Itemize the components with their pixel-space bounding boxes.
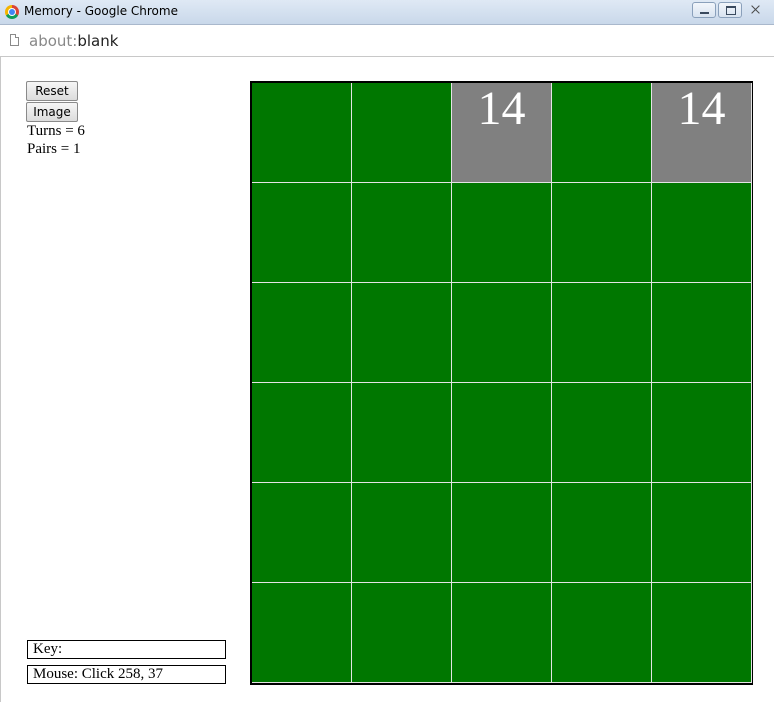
card-hidden[interactable] xyxy=(552,483,652,583)
url-path: blank xyxy=(77,32,119,50)
card-hidden[interactable] xyxy=(652,583,752,683)
card-hidden[interactable] xyxy=(652,483,752,583)
card-hidden[interactable] xyxy=(352,183,452,283)
image-button[interactable]: Image xyxy=(26,102,78,122)
close-icon[interactable] xyxy=(744,2,768,18)
page-content: Reset Image Turns = 6 Pairs = 1 14 14 Key… xyxy=(0,57,774,702)
card-hidden[interactable] xyxy=(252,483,352,583)
card-hidden[interactable] xyxy=(652,183,752,283)
card-hidden[interactable] xyxy=(452,583,552,683)
card-hidden[interactable] xyxy=(552,283,652,383)
url-scheme: about: xyxy=(29,32,78,50)
chrome-logo-icon xyxy=(5,5,19,19)
reset-button[interactable]: Reset xyxy=(26,81,78,101)
card-hidden[interactable] xyxy=(552,183,652,283)
card-hidden[interactable] xyxy=(652,383,752,483)
window-title-bar: Memory - Google Chrome xyxy=(0,0,774,25)
minimize-icon[interactable] xyxy=(692,2,716,18)
card-hidden[interactable] xyxy=(252,83,352,183)
card-hidden[interactable] xyxy=(352,83,452,183)
card-hidden[interactable] xyxy=(552,83,652,183)
card-hidden[interactable] xyxy=(452,283,552,383)
memory-board[interactable]: 14 14 xyxy=(250,81,753,685)
card-hidden[interactable] xyxy=(652,283,752,383)
pairs-counter: Pairs = 1 xyxy=(27,141,81,157)
card-hidden[interactable] xyxy=(452,483,552,583)
card-hidden[interactable] xyxy=(452,383,552,483)
card-hidden[interactable] xyxy=(452,183,552,283)
window-title: Memory - Google Chrome xyxy=(24,4,178,18)
page-icon xyxy=(10,34,19,46)
card-hidden[interactable] xyxy=(352,583,452,683)
card-hidden[interactable] xyxy=(552,383,652,483)
mouse-status-box: Mouse: Click 258, 37 xyxy=(27,665,226,684)
maximize-icon[interactable] xyxy=(718,2,742,18)
card-hidden[interactable] xyxy=(252,383,352,483)
card-hidden[interactable] xyxy=(252,283,352,383)
card-hidden[interactable] xyxy=(552,583,652,683)
key-status-box: Key: xyxy=(27,640,226,659)
turns-counter: Turns = 6 xyxy=(27,123,85,139)
card-revealed[interactable]: 14 xyxy=(452,83,552,183)
card-hidden[interactable] xyxy=(252,183,352,283)
card-hidden[interactable] xyxy=(352,483,452,583)
window-controls xyxy=(692,2,768,18)
address-bar[interactable]: about:blank xyxy=(0,25,774,57)
url-text[interactable]: about:blank xyxy=(29,32,118,50)
card-hidden[interactable] xyxy=(352,383,452,483)
card-hidden[interactable] xyxy=(252,583,352,683)
card-revealed[interactable]: 14 xyxy=(652,83,752,183)
card-hidden[interactable] xyxy=(352,283,452,383)
